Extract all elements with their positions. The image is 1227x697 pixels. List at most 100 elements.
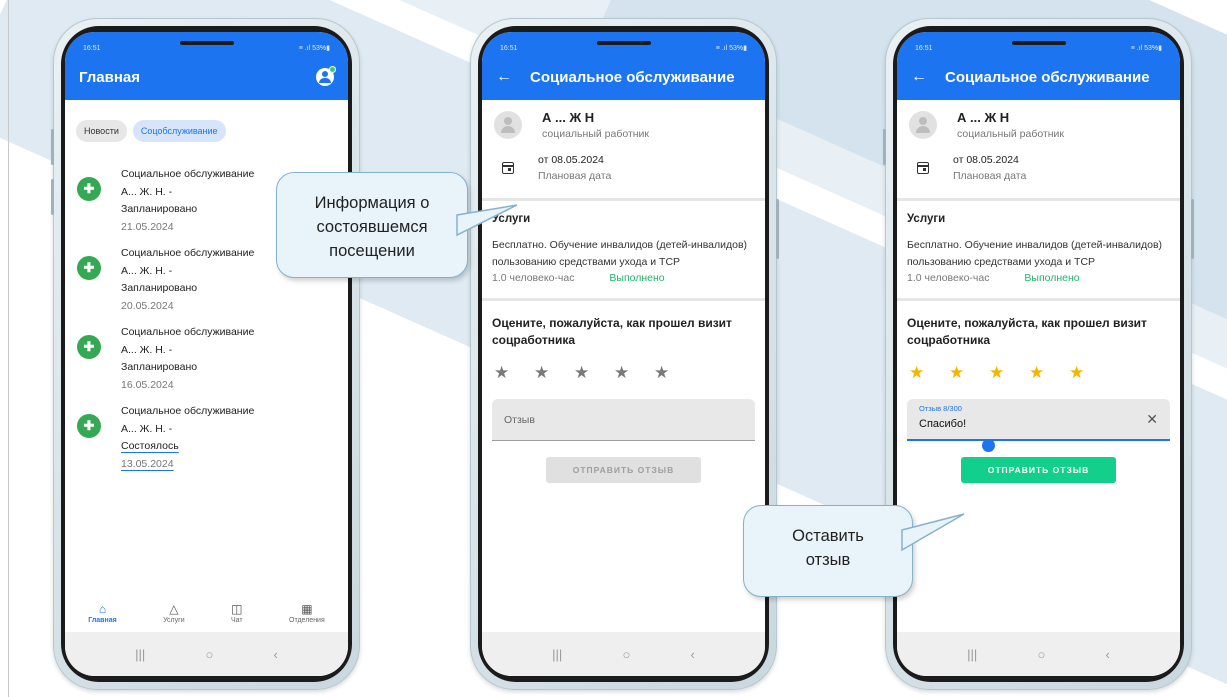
star-icon[interactable]: ★ — [494, 363, 534, 383]
star-icon[interactable]: ★ — [534, 363, 574, 383]
recents-icon[interactable]: ||| — [135, 647, 145, 662]
nav-services[interactable]: △ Услуги — [163, 601, 185, 624]
filter-chips: Новости Соцобслуживание — [65, 100, 348, 150]
nav-chat[interactable]: ◫ Чат — [231, 601, 243, 624]
service-description: Бесплатно. Обучение инвалидов (детей-инв… — [907, 239, 1163, 268]
speaker — [1011, 41, 1066, 45]
phone-home: 16:51 ≡ .ıl 53%▮ Главная Новости Соцобсл… — [51, 18, 360, 690]
star-icon[interactable]: ★ — [989, 363, 1029, 383]
nav-home-label: Главная — [88, 617, 117, 624]
home-circle-icon[interactable]: ○ — [1037, 647, 1045, 662]
home-screen: 16:51 ≡ .ıl 53%▮ Главная Новости Соцобсл… — [65, 32, 348, 676]
feed-item-status: Запланировано — [121, 203, 198, 215]
feed-item-person: А... Ж. Н. - — [121, 264, 173, 277]
map-icon: ▦ — [301, 602, 313, 616]
date-row: от 08.05.2024 Плановая дата — [482, 140, 765, 198]
submit-review-button[interactable]: ОТПРАВИТЬ ОТЗЫВ — [546, 457, 701, 483]
person-walking-icon: ✚ — [77, 177, 101, 201]
chip-news[interactable]: Новости — [76, 120, 127, 142]
visit-card: А ... Ж Н социальный работник от 08.05.2… — [482, 100, 765, 201]
star-icon[interactable]: ★ — [614, 363, 654, 383]
feed-item-person: А... Ж. Н. - — [121, 422, 173, 435]
home-circle-icon[interactable]: ○ — [622, 647, 630, 662]
feed-item-title: Социальное обслуживание — [121, 168, 255, 180]
feed-item-title: Социальное обслуживание — [121, 247, 255, 259]
back-arrow-icon[interactable]: ← — [496, 68, 512, 86]
status-time: 16:51 — [915, 45, 933, 52]
worker-role: социальный работник — [542, 128, 650, 140]
detail-screen: 16:51 ≡ .ıl 53%▮ ← Социальное обслуживан… — [897, 32, 1180, 676]
review-value: Спасибо! — [919, 418, 967, 430]
review-label: Отзыв 8/300 — [919, 404, 962, 413]
avatar — [494, 111, 522, 139]
app-bar: Главная — [65, 54, 348, 100]
back-chevron-icon[interactable]: ‹ — [274, 647, 278, 662]
callout-line: отзыв — [805, 551, 851, 569]
feed-item-status: Запланировано — [121, 361, 198, 373]
feed-item-title: Социальное обслуживание — [121, 326, 255, 338]
star-icon[interactable]: ★ — [574, 363, 614, 383]
recents-icon[interactable]: ||| — [552, 647, 562, 662]
rating-title: Оцените, пожалуйста, как прошел визит со… — [907, 316, 1147, 347]
back-chevron-icon[interactable]: ‹ — [1106, 647, 1110, 662]
worker-role: социальный работник — [957, 128, 1065, 140]
app-bar: ← Социальное обслуживание — [897, 54, 1180, 100]
worker-row: А ... Ж Н социальный работник — [482, 100, 765, 140]
callout-tail — [456, 204, 518, 237]
page-title: Социальное обслуживание — [945, 68, 1150, 86]
feed-item[interactable]: ✚ Социальное обслуживание А... Ж. Н. - З… — [77, 324, 336, 394]
callout-visit-info: Информация о состоявшемся посещении — [276, 172, 518, 278]
feed-item[interactable]: ✚ Социальное обслуживание А... Ж. Н. - С… — [77, 403, 336, 473]
service-amount: 1.0 человеко-час — [492, 272, 575, 284]
profile-icon[interactable] — [316, 66, 336, 86]
callout-leave-review: Оставить отзыв — [743, 505, 965, 597]
worker-name: А ... Ж Н — [542, 110, 595, 125]
visit-card: А ... Ж Н социальный работник от 08.05.2… — [897, 100, 1180, 201]
star-rating: ★ ★ ★ ★ ★ — [492, 363, 755, 383]
recents-icon[interactable]: ||| — [967, 647, 977, 662]
worker-name: А ... Ж Н — [957, 110, 1010, 125]
detail-screen: 16:51 ≡ .ıl 53%▮ ← Социальное обслуживан… — [482, 32, 765, 676]
star-icon[interactable]: ★ — [654, 363, 694, 383]
callout-tail — [901, 513, 965, 552]
star-icon[interactable]: ★ — [1069, 363, 1109, 383]
star-icon[interactable]: ★ — [909, 363, 949, 383]
feed-item-status: Запланировано — [121, 282, 198, 294]
planned-date: от 08.05.2024 — [538, 154, 604, 166]
nav-chat-label: Чат — [231, 617, 243, 624]
online-dot-icon — [329, 66, 336, 73]
planned-date-label: Плановая дата — [953, 170, 1027, 182]
nav-home[interactable]: ⌂ Главная — [88, 601, 116, 624]
app-bar: ← Социальное обслуживание — [482, 54, 765, 100]
home-circle-icon[interactable]: ○ — [205, 647, 213, 662]
clear-icon[interactable]: ✕ — [1146, 411, 1158, 428]
star-icon[interactable]: ★ — [949, 363, 989, 383]
rating-section: Оцените, пожалуйста, как прошел визит со… — [482, 301, 765, 483]
submit-review-button[interactable]: ОТПРАВИТЬ ОТЗЫВ — [961, 457, 1116, 483]
system-navigation: ||| ○ ‹ — [897, 632, 1180, 676]
back-arrow-icon[interactable]: ← — [911, 68, 927, 86]
rating-title: Оцените, пожалуйста, как прошел визит со… — [492, 316, 732, 347]
status-icons: ≡ .ıl 53%▮ — [298, 45, 330, 52]
chat-icon: ◫ — [231, 602, 243, 616]
avatar — [909, 111, 937, 139]
feed-item-status: Состоялось — [121, 440, 179, 452]
text-cursor-handle[interactable] — [982, 439, 995, 452]
person-walking-icon: ✚ — [77, 335, 101, 359]
review-input[interactable]: Отзыв 8/300 Спасибо! ✕ — [907, 399, 1170, 452]
chip-social-service[interactable]: Соцобслуживание — [132, 120, 226, 142]
worker-row: А ... Ж Н социальный работник — [897, 100, 1180, 140]
speaker — [179, 41, 234, 45]
date-row: от 08.05.2024 Плановая дата — [897, 140, 1180, 198]
service-status: Выполнено — [609, 272, 665, 284]
back-chevron-icon[interactable]: ‹ — [691, 647, 695, 662]
nav-branches-label: Отделения — [289, 617, 325, 624]
review-input[interactable]: Отзыв — [492, 399, 755, 441]
callout-line: Информация о — [314, 194, 430, 212]
feed-item-date: 21.05.2024 — [121, 220, 174, 233]
nav-branches[interactable]: ▦ Отделения — [289, 601, 325, 624]
page-title: Социальное обслуживание — [530, 68, 735, 86]
star-icon[interactable]: ★ — [1029, 363, 1069, 383]
feed-item-date: 16.05.2024 — [121, 378, 174, 391]
rating-section: Оцените, пожалуйста, как прошел визит со… — [897, 301, 1180, 483]
